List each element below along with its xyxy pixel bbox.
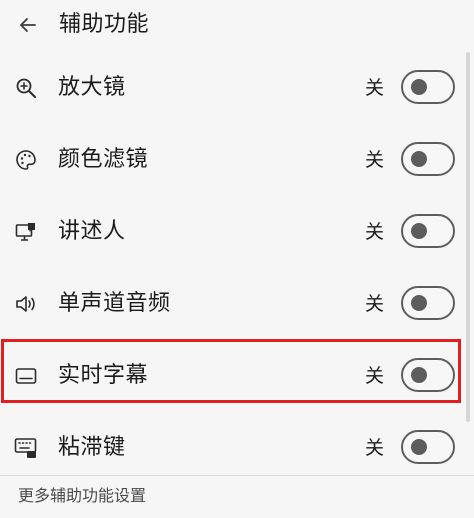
live-captions-toggle[interactable] [401,358,455,392]
toggle-state-text: 关 [365,437,385,459]
panel-title: 辅助功能 [59,12,150,37]
color-filters-toggle[interactable] [401,142,455,176]
back-arrow-icon [20,18,36,32]
toggle-state-text: 关 [365,293,385,315]
back-button[interactable] [15,12,41,38]
sticky-keys-icon [13,435,39,461]
more-accessibility-settings-link[interactable]: 更多辅助功能设置 [18,485,146,507]
color-filters-icon [13,147,39,173]
footer-divider [0,475,474,476]
magnifier-toggle[interactable] [401,70,455,104]
narrator-icon [13,219,39,245]
setting-label: 粘滞键 [58,435,126,460]
setting-row-live-captions[interactable]: 实时字幕 关 [0,340,466,410]
toggle-knob [411,367,427,383]
toggle-state-text: 关 [365,221,385,243]
magnifier-icon [13,75,39,101]
setting-label: 讲述人 [58,219,126,244]
accessibility-panel: 辅助功能 放大镜 关 颜色滤镜 关 讲述人 关 单声道音频 关 实时字幕 关 粘… [0,0,474,518]
toggle-knob [411,439,427,455]
setting-row-color-filters[interactable]: 颜色滤镜 关 [0,124,466,194]
mono-audio-icon [13,291,39,317]
toggle-knob [411,223,427,239]
narrator-toggle[interactable] [401,214,455,248]
setting-row-mono-audio[interactable]: 单声道音频 关 [0,268,466,338]
toggle-knob [411,79,427,95]
toggle-knob [411,151,427,167]
setting-row-sticky-keys[interactable]: 粘滞键 关 [0,412,466,482]
sticky-keys-toggle[interactable] [401,430,455,464]
setting-label: 放大镜 [58,75,126,100]
toggle-knob [411,295,427,311]
mono-audio-toggle[interactable] [401,286,455,320]
setting-label: 单声道音频 [58,291,171,316]
live-captions-icon [13,363,39,389]
toggle-state-text: 关 [365,149,385,171]
toggle-state-text: 关 [365,77,385,99]
scrollbar[interactable] [465,52,471,472]
panel-header: 辅助功能 [0,0,474,50]
setting-row-narrator[interactable]: 讲述人 关 [0,196,466,266]
scrollbar-thumb[interactable] [466,52,470,422]
setting-label: 颜色滤镜 [58,147,149,172]
setting-row-magnifier[interactable]: 放大镜 关 [0,52,466,122]
setting-label: 实时字幕 [58,363,149,388]
toggle-state-text: 关 [365,365,385,387]
